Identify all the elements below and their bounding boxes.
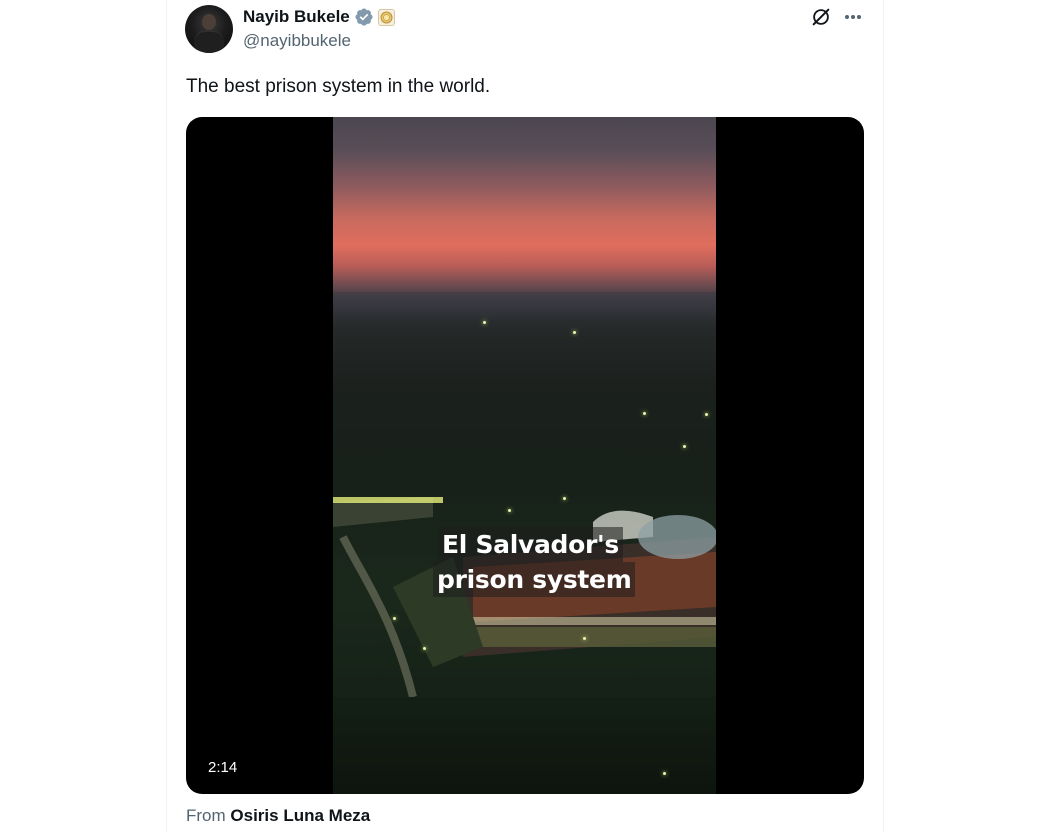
more-options-icon[interactable] <box>841 6 865 28</box>
attribution-prefix: From <box>186 806 226 825</box>
video-caption-line-1: El Salvador's <box>438 527 623 562</box>
government-affiliate-badge-icon[interactable] <box>377 8 395 26</box>
attribution-source-link[interactable]: Osiris Luna Meza <box>230 806 370 825</box>
author-handle[interactable]: @nayibbukele <box>243 31 351 51</box>
author-display-name[interactable]: Nayib Bukele <box>243 7 350 27</box>
video-caption: El Salvador's prison system <box>433 527 636 597</box>
video-caption-line-2: prison system <box>433 562 636 597</box>
media-attribution: From Osiris Luna Meza <box>186 806 370 826</box>
grok-icon[interactable] <box>810 6 832 28</box>
video-duration: 2:14 <box>202 758 244 777</box>
page: Nayib Bukele @nayibbukele The best priso… <box>0 0 1050 832</box>
tweet-text: The best prison system in the world. <box>186 76 491 97</box>
video-frame <box>333 117 716 794</box>
author-name-row: Nayib Bukele <box>243 6 395 28</box>
avatar[interactable] <box>185 5 233 53</box>
verified-badge-icon <box>355 8 373 26</box>
video-player[interactable]: El Salvador's prison system 2:14 <box>186 117 864 794</box>
